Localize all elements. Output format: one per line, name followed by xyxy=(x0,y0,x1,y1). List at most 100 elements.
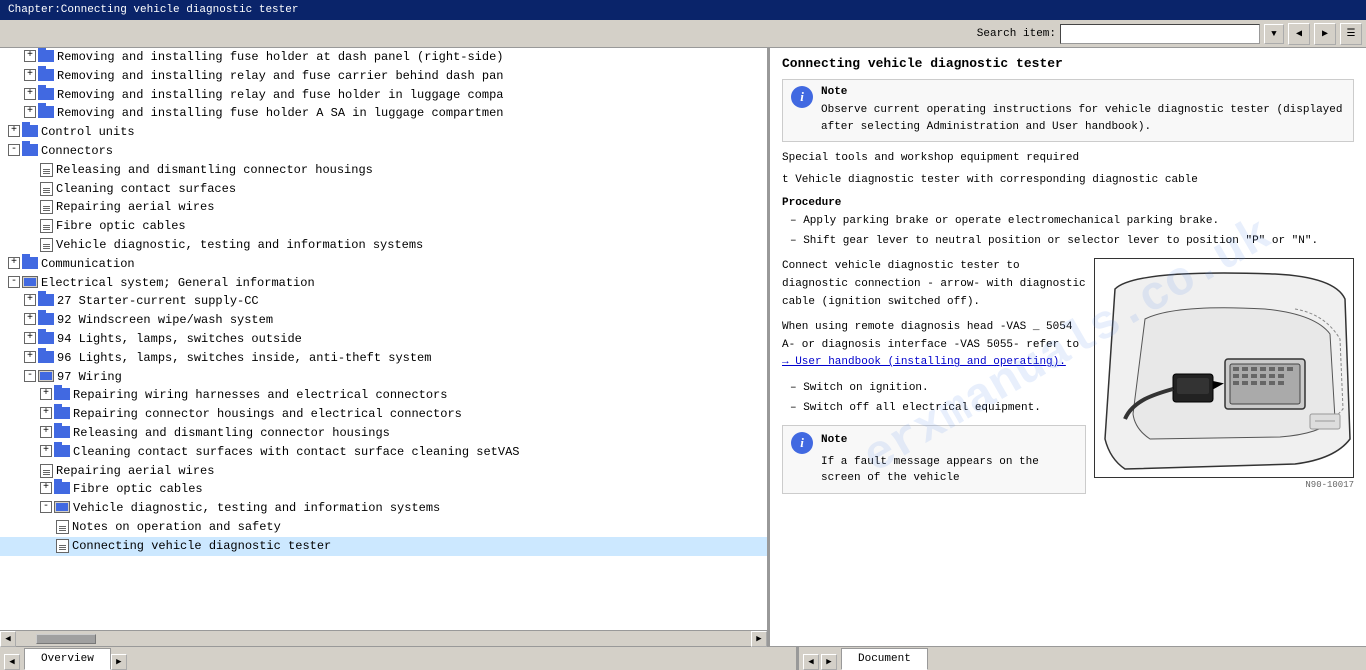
expand-icon-6[interactable]: - xyxy=(8,144,20,156)
scroll-track[interactable] xyxy=(16,634,751,644)
search-dropdown-btn[interactable]: ▼ xyxy=(1264,24,1284,44)
remote-text: When using remote diagnosis head -VAS _ … xyxy=(782,321,1079,351)
search-input[interactable] xyxy=(1060,24,1260,44)
expand-icon-26[interactable]: - xyxy=(40,501,52,513)
expand-icon-16[interactable]: + xyxy=(24,313,36,325)
doc-icon-7 xyxy=(40,163,53,177)
diagram-box xyxy=(1094,258,1354,478)
expand-icon-17[interactable]: + xyxy=(24,332,36,344)
folder-icon-23 xyxy=(54,445,70,457)
diagram-label: N90-10017 xyxy=(1094,480,1354,490)
expand-icon-3[interactable]: + xyxy=(24,88,36,100)
tree-item-7[interactable]: Releasing and dismantling connector hous… xyxy=(0,161,767,180)
folder-icon-15 xyxy=(38,294,54,306)
scroll-left-btn[interactable]: ◀ xyxy=(0,631,16,647)
expand-icon-5[interactable]: + xyxy=(8,125,20,137)
tree-item-13[interactable]: - Electrical system; General information xyxy=(0,274,767,293)
tree-item-16[interactable]: + 92 Windscreen wipe/wash system xyxy=(0,311,767,330)
step-2-text: Shift gear lever to neutral position or … xyxy=(803,235,1318,247)
search-prev-btn[interactable]: ◀ xyxy=(1288,23,1310,45)
tree-item-9[interactable]: Repairing aerial wires xyxy=(0,198,767,217)
search-area: Search item: ▼ ◀ ▶ ☰ xyxy=(977,23,1362,45)
doc-icon-24 xyxy=(40,464,53,478)
scroll-thumb[interactable] xyxy=(36,634,96,644)
tree-item-text-21: Repairing connector housings and electri… xyxy=(73,406,767,423)
expand-icon-23[interactable]: + xyxy=(40,445,52,457)
tree-item-text-2: Removing and installing relay and fuse c… xyxy=(57,68,767,85)
tree-item-3[interactable]: + Removing and installing relay and fuse… xyxy=(0,86,767,105)
expand-icon-20[interactable]: + xyxy=(40,388,52,400)
doc-nav-prev-btn[interactable]: ◀ xyxy=(803,654,819,670)
tree-item-20[interactable]: + Repairing wiring harnesses and electri… xyxy=(0,386,767,405)
tree-item-text-15: 27 Starter-current supply-CC xyxy=(57,293,767,310)
expand-icon-22[interactable]: + xyxy=(40,426,52,438)
tab-document-label: Document xyxy=(858,653,911,665)
expand-icon-2[interactable]: + xyxy=(24,69,36,81)
toolbar-menu-btn[interactable]: ☰ xyxy=(1340,23,1362,45)
tree-item-text-8: Cleaning contact surfaces xyxy=(56,181,767,198)
tree-item-24[interactable]: Repairing aerial wires xyxy=(0,462,767,481)
left-horiz-scrollbar[interactable]: ◀ ▶ xyxy=(0,630,767,646)
tab-document[interactable]: Document xyxy=(841,648,928,670)
tree-item-25[interactable]: + Fibre optic cables xyxy=(0,480,767,499)
tree-item-text-17: 94 Lights, lamps, switches outside xyxy=(57,331,767,348)
tree-item-8[interactable]: Cleaning contact surfaces xyxy=(0,180,767,199)
tree-item-text-24: Repairing aerial wires xyxy=(56,463,767,480)
search-next-btn[interactable]: ▶ xyxy=(1314,23,1336,45)
folder-icon-1 xyxy=(38,50,54,62)
folder-special-icon-19 xyxy=(38,370,54,382)
switch-on-text: Switch on ignition. xyxy=(803,382,928,394)
tree-item-21[interactable]: + Repairing connector housings and elect… xyxy=(0,405,767,424)
tree-item-12[interactable]: + Communication xyxy=(0,255,767,274)
tree-item-18[interactable]: + 96 Lights, lamps, switches inside, ant… xyxy=(0,349,767,368)
tree-item-text-23: Cleaning contact surfaces with contact s… xyxy=(73,444,767,461)
procedure-heading: Procedure xyxy=(782,197,1354,209)
handbook-link[interactable]: → User handbook (installing and operatin… xyxy=(782,356,1066,368)
tree-item-28[interactable]: Connecting vehicle diagnostic tester xyxy=(0,537,767,556)
tree-item-text-13: Electrical system; General information xyxy=(41,275,767,292)
tree-item-23[interactable]: + Cleaning contact surfaces with contact… xyxy=(0,443,767,462)
tree-item-1[interactable]: + Removing and installing fuse holder at… xyxy=(0,48,767,67)
expand-icon-15[interactable]: + xyxy=(24,294,36,306)
step-1-text: Apply parking brake or operate electrome… xyxy=(803,215,1219,227)
tree-item-6[interactable]: - Connectors xyxy=(0,142,767,161)
remote-text-block: When using remote diagnosis head -VAS _ … xyxy=(782,319,1086,372)
expand-icon-25[interactable]: + xyxy=(40,482,52,494)
expand-icon-19[interactable]: - xyxy=(24,370,36,382)
folder-icon-17 xyxy=(38,332,54,344)
expand-icon-4[interactable]: + xyxy=(24,106,36,118)
tree-item-19[interactable]: - 97 Wiring xyxy=(0,368,767,387)
image-column: N90-10017 xyxy=(1094,258,1354,501)
scroll-right-btn[interactable]: ▶ xyxy=(751,631,767,647)
note-text-1: Observe current operating instructions f… xyxy=(821,102,1345,135)
nav-prev-btn[interactable]: ◀ xyxy=(4,654,20,670)
expand-icon-12[interactable]: + xyxy=(8,257,20,269)
expand-icon-1[interactable]: + xyxy=(24,50,36,62)
tab-overview[interactable]: Overview xyxy=(24,648,111,670)
tree-item-15[interactable]: + 27 Starter-current supply-CC xyxy=(0,292,767,311)
doc-icon-9 xyxy=(40,200,53,214)
tree-item-11[interactable]: Vehicle diagnostic, testing and informat… xyxy=(0,236,767,255)
note-box-1: i Note Observe current operating instruc… xyxy=(782,79,1354,142)
expand-icon-18[interactable]: + xyxy=(24,351,36,363)
doc-nav-next-btn[interactable]: ▶ xyxy=(821,654,837,670)
step-2: – Shift gear lever to neutral position o… xyxy=(790,233,1354,251)
tree-item-22[interactable]: + Releasing and dismantling connector ho… xyxy=(0,424,767,443)
tree-item-17[interactable]: + 94 Lights, lamps, switches outside xyxy=(0,330,767,349)
tree-item-text-19: 97 Wiring xyxy=(57,369,767,386)
expand-icon-21[interactable]: + xyxy=(40,407,52,419)
tree-item-10[interactable]: Fibre optic cables xyxy=(0,217,767,236)
left-panel: + Removing and installing fuse holder at… xyxy=(0,48,767,630)
note-content-2: Note If a fault message appears on the s… xyxy=(821,432,1077,487)
text-column: Connect vehicle diagnostic tester to dia… xyxy=(782,258,1086,501)
tree-item-4[interactable]: + Removing and installing fuse holder A … xyxy=(0,104,767,123)
diagram-svg xyxy=(1095,259,1354,478)
expand-icon-13[interactable]: - xyxy=(8,276,20,288)
dash-1: – xyxy=(790,215,803,227)
tree-item-27[interactable]: Notes on operation and safety xyxy=(0,518,767,537)
switch-on-step: – Switch on ignition. xyxy=(790,380,1086,398)
tree-item-2[interactable]: + Removing and installing relay and fuse… xyxy=(0,67,767,86)
nav-next-btn[interactable]: ▶ xyxy=(111,654,127,670)
tree-item-26[interactable]: - Vehicle diagnostic, testing and inform… xyxy=(0,499,767,518)
tree-item-5[interactable]: + Control units xyxy=(0,123,767,142)
